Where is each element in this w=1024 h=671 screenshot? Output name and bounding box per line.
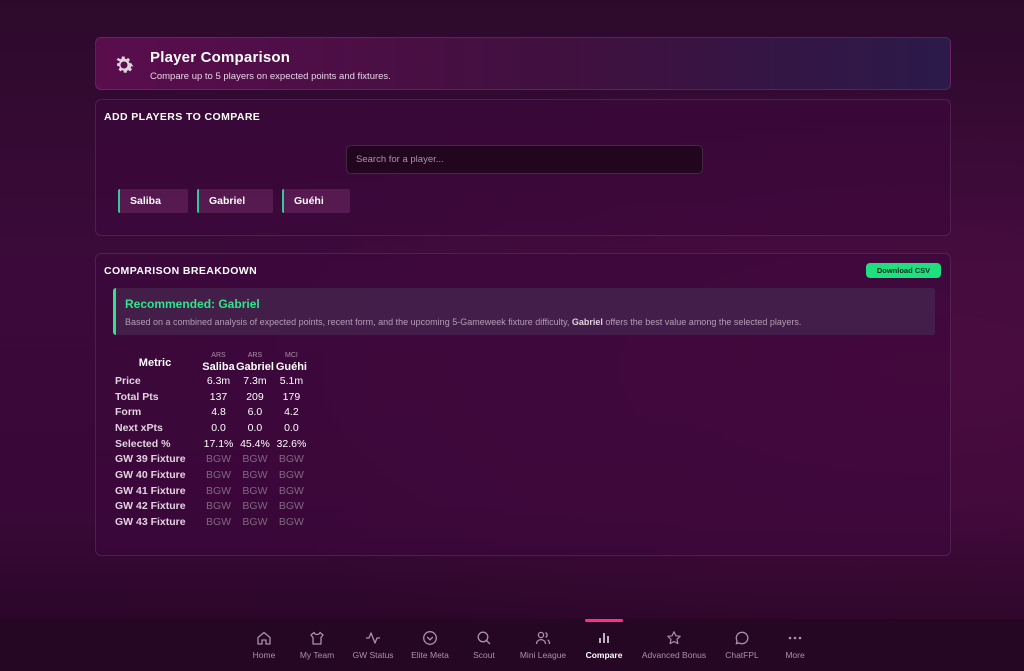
nav-item-home[interactable]: Home [244,630,284,660]
page-subtitle: Compare up to 5 players on expected poin… [150,71,391,82]
nav-item-more[interactable]: More [780,630,810,660]
table-row: GW 42 Fixture BGW BGW BGW [115,499,309,515]
row-label: Total Pts [115,390,159,403]
add-players-panel: ADD PLAYERS TO COMPARE Saliba Gabriel Gu… [95,99,951,236]
comparison-table: Metric ARS Saliba ARS Gabriel MCI Guéhi Pri… [115,352,309,530]
table-cell: 32.6% [276,437,307,450]
row-label: Form [115,406,142,419]
table-cell: 6.3m [206,374,231,387]
table-cell: BGW [205,453,232,466]
metric-header: Metric [138,356,172,369]
table-cell: 45.4% [240,437,270,450]
table-cell: 17.1% [203,437,234,450]
nav-item-scout[interactable]: Scout [468,630,500,660]
player-chip-guehi[interactable]: Guéhi [282,189,350,213]
table-row: GW 41 Fixture BGW BGW BGW [115,483,309,499]
table-row: GW 40 Fixture BGW BGW BGW [115,467,309,483]
table-cell: 0.0 [247,421,263,434]
table-cell: BGW [278,484,304,497]
more-icon [788,636,802,640]
nav-item-compare[interactable]: Compare [582,630,626,660]
table-cell: BGW [242,453,268,466]
table-cell: BGW [278,468,304,481]
row-label: Selected % [115,437,171,450]
table-cell: BGW [205,468,232,481]
search-icon [477,631,491,645]
player-column-header: ARS Gabriel [236,352,274,373]
table-row: Price 6.3m 7.3m 5.1m [115,373,309,389]
table-cell: BGW [242,484,268,497]
row-label: Price [115,374,141,387]
download-csv-button[interactable]: Download CSV [866,263,941,278]
table-cell: BGW [242,500,268,513]
nav-item-my-team[interactable]: My Team [296,630,338,660]
table-cell: 137 [209,390,228,403]
chevron-circle-icon [423,631,437,645]
table-cell: BGW [278,516,304,529]
table-row: Selected % 17.1% 45.4% 32.6% [115,436,309,452]
section-title: ADD PLAYERS TO COMPARE [104,111,261,123]
table-row: GW 39 Fixture BGW BGW BGW [115,451,309,467]
active-tab-indicator [585,619,623,622]
bar-chart-icon [599,633,609,643]
player-column-header: ARS Saliba [202,352,235,373]
table-cell: BGW [205,516,232,529]
table-cell: BGW [278,453,304,466]
nav-item-elite-meta[interactable]: Elite Meta [408,630,452,660]
row-label: GW 39 Fixture [115,453,186,466]
recommendation-text: Based on a combined analysis of expected… [125,317,802,327]
chat-icon [735,631,749,645]
table-cell: 209 [246,390,264,403]
recommendation-box: Recommended: Gabriel Based on a combined… [113,288,935,335]
gear-icon [116,56,134,73]
page-header: Player Comparison Compare up to 5 player… [95,37,951,90]
nav-item-chatfpl[interactable]: ChatFPL [722,630,762,660]
nav-item-mini-league[interactable]: Mini League [516,630,570,660]
nav-item-gw-status[interactable]: GW Status [350,630,396,660]
table-cell: BGW [242,468,268,481]
table-cell: 4.8 [211,406,226,419]
row-label: GW 43 Fixture [115,516,186,529]
table-cell: BGW [242,516,268,529]
player-chip-gabriel[interactable]: Gabriel [197,189,273,213]
table-cell: 0.0 [211,421,226,434]
player-column-header: MCI Guéhi [275,352,307,373]
users-icon [535,631,551,645]
row-label: GW 41 Fixture [115,484,186,497]
row-label: Next xPts [115,421,163,434]
player-chip-saliba[interactable]: Saliba [118,189,188,213]
table-row: Total Pts 137 209 179 [115,389,309,405]
table-cell: 179 [282,390,301,403]
table-row: Next xPts 0.0 0.0 0.0 [115,420,309,436]
table-cell: 5.1m [279,374,304,387]
table-cell: 7.3m [243,374,267,387]
row-label: GW 40 Fixture [115,468,186,481]
section-title: COMPARISON BREAKDOWN [104,265,258,277]
nav-item-advanced-bonus[interactable]: Advanced Bonus [640,630,708,660]
star-icon [667,631,681,645]
table-cell: BGW [205,484,232,497]
table-cell: 0.0 [284,421,299,434]
comparison-panel: COMPARISON BREAKDOWN Download CSV Recomm… [95,253,951,556]
activity-icon [366,632,380,644]
row-label: GW 42 Fixture [115,500,186,513]
recommended-player: Gabriel [571,317,603,327]
home-icon [257,631,271,645]
table-row: Form 4.8 6.0 4.2 [115,404,309,420]
player-search-input[interactable] [346,145,703,174]
table-cell: 6.0 [247,406,263,419]
shirt-icon [310,631,324,645]
page-title: Player Comparison [150,49,291,66]
table-cell: BGW [205,500,232,513]
table-cell: BGW [278,500,304,513]
recommendation-title: Recommended: Gabriel [125,297,260,311]
table-cell: 4.2 [284,406,299,419]
bottom-nav: Home My Team GW Status Elite Meta Scout … [0,619,1024,671]
table-row: GW 43 Fixture BGW BGW BGW [115,514,309,530]
